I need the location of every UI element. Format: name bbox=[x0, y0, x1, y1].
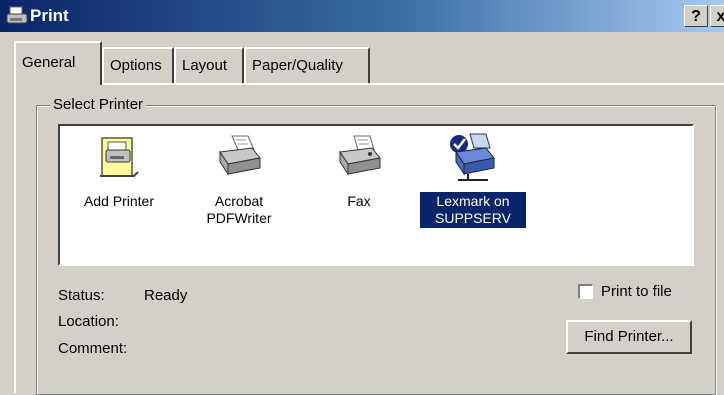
close-button[interactable]: x bbox=[710, 5, 724, 27]
printer-item-lexmark[interactable]: Lexmark on SUPPSERV bbox=[418, 132, 528, 228]
printer-item-fax[interactable]: Fax bbox=[304, 132, 414, 211]
printer-icon bbox=[219, 135, 261, 176]
print-to-file-checkbox[interactable] bbox=[578, 284, 593, 299]
printer-icon bbox=[6, 6, 28, 24]
printer-label: Acrobat PDFWriter bbox=[206, 193, 272, 226]
status-label: Status: bbox=[58, 287, 105, 304]
tab-options[interactable]: Options bbox=[102, 47, 174, 83]
add-printer-icon bbox=[100, 137, 139, 177]
window-title: Print bbox=[30, 6, 69, 25]
comment-label: Comment: bbox=[58, 340, 128, 357]
printer-label: Add Printer bbox=[83, 193, 155, 209]
printer-list[interactable]: Add Printer Acrobat PDFWriter Fax Lexmar… bbox=[58, 124, 694, 266]
printer-item-add-printer[interactable]: Add Printer bbox=[64, 132, 174, 211]
printer-label: Fax bbox=[347, 193, 371, 209]
print-to-file-option[interactable]: Print to file bbox=[578, 283, 672, 300]
status-value: Ready bbox=[144, 287, 188, 304]
select-printer-label: Select Printer bbox=[50, 96, 147, 113]
tab-general[interactable]: General bbox=[14, 41, 102, 85]
fax-icon bbox=[339, 135, 381, 176]
help-button[interactable]: ? bbox=[684, 5, 708, 27]
printer-label: Lexmark on SUPPSERV bbox=[420, 192, 526, 228]
printer-item-acrobat-pdfwriter[interactable]: Acrobat PDFWriter bbox=[184, 132, 294, 228]
title-bar: Print ? x bbox=[0, 0, 724, 32]
network-printer-icon bbox=[450, 133, 495, 181]
print-to-file-label: Print to file bbox=[601, 283, 672, 300]
find-printer-button[interactable]: Find Printer... bbox=[566, 320, 692, 354]
tab-paper-quality[interactable]: Paper/Quality bbox=[244, 47, 370, 83]
location-label: Location: bbox=[58, 313, 119, 330]
tab-layout[interactable]: Layout bbox=[174, 47, 244, 83]
